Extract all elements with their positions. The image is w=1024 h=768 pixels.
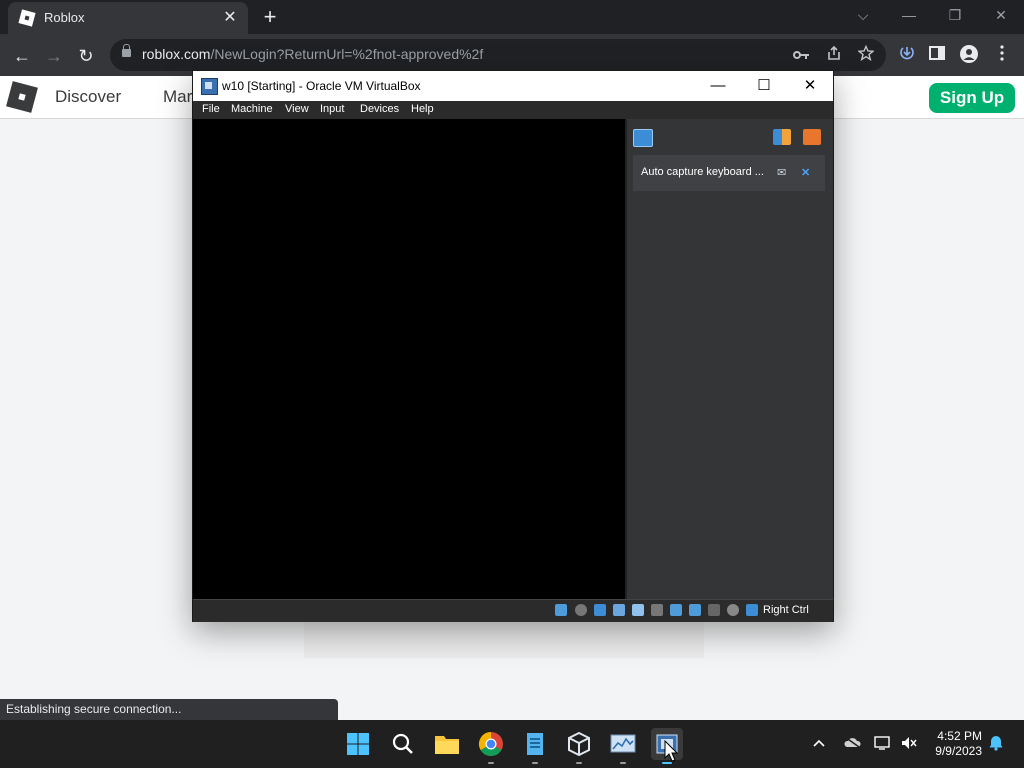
address-bar[interactable]: roblox.com/NewLogin?ReturnUrl=%2fnot-app… [110,39,886,71]
host-key-icon[interactable] [746,604,758,616]
resource-monitor-icon[interactable] [607,728,639,760]
tab-search-dropdown-icon[interactable]: ⌵ [840,0,886,30]
browser-status-bubble: Establishing secure connection... [0,699,338,720]
url-text[interactable]: roblox.com/NewLogin?ReturnUrl=%2fnot-app… [142,46,483,62]
menu-view[interactable]: View [285,103,309,115]
host-key-label: Right Ctrl [763,604,809,616]
clear-notifications-icon[interactable] [803,129,821,145]
tab-close-icon[interactable]: ✕ [220,7,240,27]
notification-center-icon[interactable] [633,129,653,147]
notification-bell-icon[interactable] [988,735,1004,754]
virtualbox-minimize-button[interactable]: — [695,71,741,101]
login-card-edge [304,618,704,658]
tab-title: Roblox [44,10,85,25]
menu-devices[interactable]: Devices [360,103,399,115]
menu-input[interactable]: Input [320,103,344,115]
show-hidden-icons-chevron-icon[interactable] [813,736,825,751]
url-path: /NewLogin?ReturnUrl=%2fnot-approved%2f [210,46,484,62]
notification-text: Auto capture keyboard ... [641,166,764,178]
virtualbox-maximize-button[interactable]: ☐ [741,71,787,101]
virtualbox-window[interactable]: w10 [Starting] - Oracle VM VirtualBox — … [192,70,834,622]
optical-drive-icon[interactable] [575,604,587,616]
key-icon[interactable] [790,45,812,65]
forward-button[interactable]: → [42,45,66,67]
vm-window-active-indicator [662,762,672,764]
audio-icon[interactable] [594,604,606,616]
notification-center-panel: Auto capture keyboard ... ✉ ✕ [625,119,833,599]
notification-item: Auto capture keyboard ... ✉ ✕ [633,155,825,191]
notification-help-icon[interactable]: ✉ [777,166,786,179]
virtualbox-running-indicator [576,762,582,764]
chrome-running-indicator [488,762,494,764]
nav-link-marketplace[interactable]: Mar [163,87,192,107]
side-panel-icon[interactable] [926,45,948,65]
browser-menu-icon[interactable] [991,45,1013,65]
onedrive-icon[interactable] [843,736,861,751]
browser-tab[interactable]: Roblox ✕ [8,2,248,34]
menu-file[interactable]: File [202,103,220,115]
notepad-icon[interactable] [519,728,551,760]
virtualbox-app-icon [201,78,218,95]
url-host: roblox.com [142,46,211,62]
network-status-icon[interactable] [874,736,892,753]
notification-close-icon[interactable]: ✕ [801,166,810,179]
windows-taskbar: 4:52 PM 9/9/2023 [0,720,1024,768]
download-icon[interactable] [896,45,918,65]
bookmark-star-icon[interactable] [855,44,877,65]
recording-icon[interactable] [689,604,701,616]
mouse-integration-icon[interactable] [727,604,739,616]
hard-disk-icon[interactable] [555,604,567,616]
profile-avatar-icon[interactable] [958,45,980,65]
virtualbox-status-bar: Right Ctrl [193,599,833,622]
roblox-favicon-icon [18,9,36,27]
browser-restore-button[interactable]: ❐ [932,0,978,30]
virtualization-icon[interactable] [708,604,720,616]
menu-help[interactable]: Help [411,103,434,115]
usb-icon[interactable] [632,604,644,616]
start-windows-icon[interactable] [342,728,374,760]
sort-icon[interactable] [773,129,791,145]
virtualbox-close-button[interactable]: ✕ [787,71,833,101]
virtualbox-window-title: w10 [Starting] - Oracle VM VirtualBox [222,79,421,93]
clock-date: 9/9/2023 [935,744,982,758]
volume-muted-icon[interactable] [901,736,917,753]
menu-machine[interactable]: Machine [231,103,273,115]
shared-folders-icon[interactable] [651,604,663,616]
share-icon[interactable] [823,45,845,65]
reload-button[interactable]: ↻ [74,45,98,67]
new-tab-button[interactable]: + [258,4,282,30]
back-button[interactable]: ← [10,45,34,67]
virtualbox-menubar: File Machine View Input Devices Help [193,101,833,119]
virtualbox-taskbar-icon[interactable] [563,728,595,760]
mouse-cursor-icon [664,740,678,762]
chrome-icon[interactable] [475,728,507,760]
search-icon[interactable] [387,728,419,760]
lock-icon[interactable] [122,44,131,57]
resource-monitor-running-indicator [620,762,626,764]
nav-link-discover[interactable]: Discover [55,87,121,107]
browser-minimize-button[interactable]: — [886,0,932,30]
virtualbox-title-bar[interactable]: w10 [Starting] - Oracle VM VirtualBox — … [193,71,833,101]
display-icon[interactable] [670,604,682,616]
clock-time: 4:52 PM [937,729,982,743]
taskbar-clock[interactable]: 4:52 PM 9/9/2023 [926,729,982,759]
file-explorer-icon[interactable] [431,728,463,760]
notepad-running-indicator [532,762,538,764]
vm-display[interactable] [193,119,625,599]
network-icon[interactable] [613,604,625,616]
sign-up-button[interactable]: Sign Up [929,83,1015,113]
browser-close-button[interactable]: ✕ [978,0,1024,30]
